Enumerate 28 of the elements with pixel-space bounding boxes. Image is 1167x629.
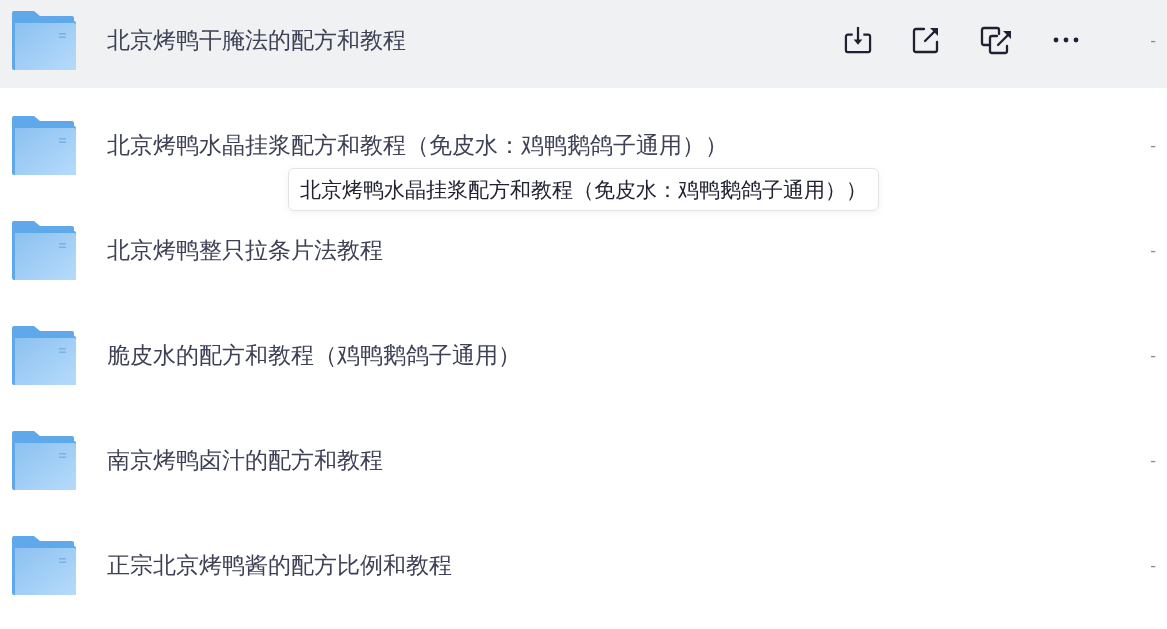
file-row[interactable]: 脆皮水的配方和教程（鸡鸭鹅鸽子通用） - xyxy=(0,315,1167,403)
folder-icon xyxy=(12,10,76,70)
file-row[interactable]: 北京烤鸭整只拉条片法教程 - xyxy=(0,210,1167,298)
folder-icon xyxy=(12,430,76,490)
copy-link-icon xyxy=(980,25,1013,55)
folder-name: 北京烤鸭水晶挂浆配方和教程（免皮水：鸡鸭鹅鸽子通用）） xyxy=(107,130,728,160)
file-size: - xyxy=(1149,135,1156,155)
folder-name: 脆皮水的配方和教程（鸡鸭鹅鸽子通用） xyxy=(107,340,521,370)
external-link-icon xyxy=(912,26,940,54)
file-size: - xyxy=(1149,345,1156,365)
folder-icon xyxy=(12,220,76,280)
file-size: - xyxy=(1149,30,1156,50)
tooltip: 北京烤鸭水晶挂浆配方和教程（免皮水：鸡鸭鹅鸽子通用）） xyxy=(288,168,879,211)
more-icon xyxy=(1053,37,1079,43)
file-size: - xyxy=(1149,555,1156,575)
folder-name: 正宗北京烤鸭酱的配方比例和教程 xyxy=(107,550,452,580)
file-row[interactable]: 南京烤鸭卤汁的配方和教程 - xyxy=(0,420,1167,508)
file-size: - xyxy=(1149,450,1156,470)
file-size: - xyxy=(1149,240,1156,260)
download-icon xyxy=(844,26,872,54)
folder-name: 北京烤鸭干腌法的配方和教程 xyxy=(107,25,406,55)
file-row[interactable]: 正宗北京烤鸭酱的配方比例和教程 - xyxy=(0,525,1167,613)
folder-icon xyxy=(12,115,76,175)
folder-icon xyxy=(12,535,76,595)
folder-name: 南京烤鸭卤汁的配方和教程 xyxy=(107,445,383,475)
folder-name: 北京烤鸭整只拉条片法教程 xyxy=(107,235,383,265)
file-row[interactable]: 北京烤鸭干腌法的配方和教程 - xyxy=(0,0,1167,88)
folder-icon xyxy=(12,325,76,385)
